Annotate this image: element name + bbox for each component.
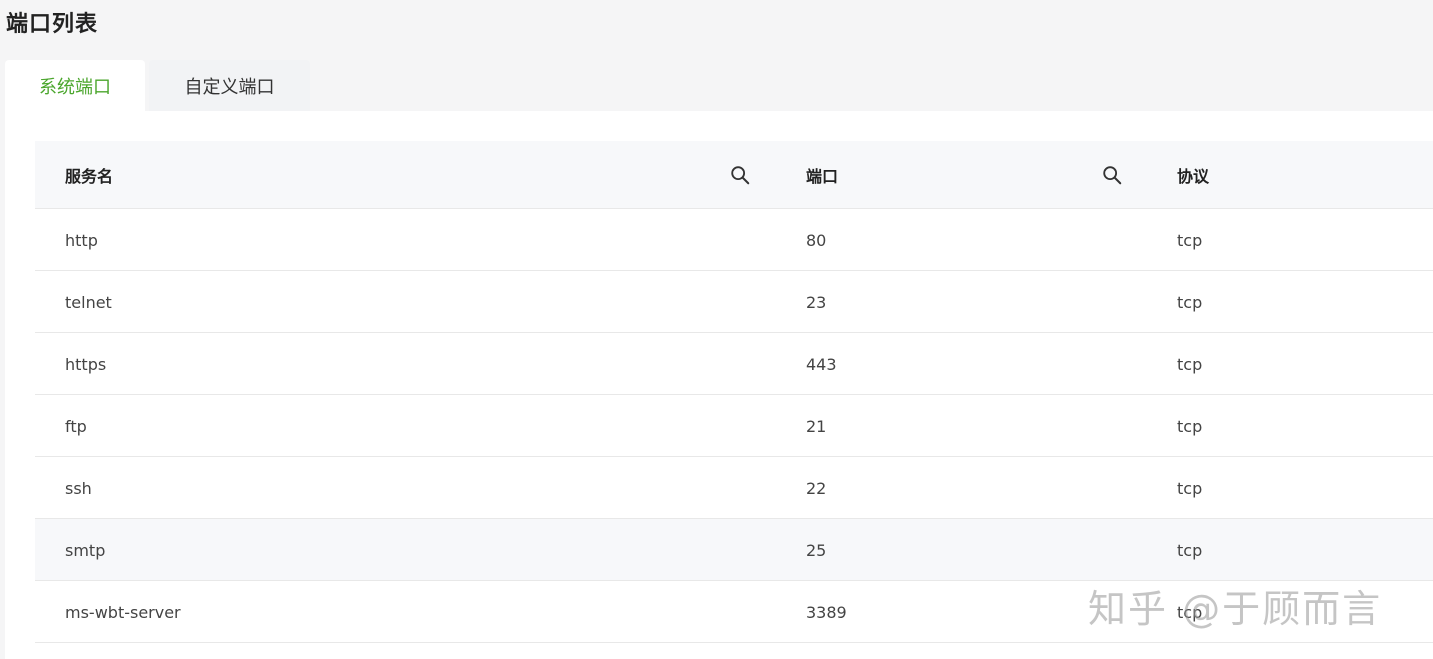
tab-panel: 服务名 端口 协议 http 80 tcp telnet 23 tcp http… (5, 111, 1433, 659)
cell-protocol: tcp (1177, 540, 1203, 560)
tab-bar: 系统端口 自定义端口 (5, 60, 310, 111)
cell-service: ssh (65, 478, 92, 498)
table-row[interactable]: http 80 tcp (35, 209, 1433, 271)
tab-custom-ports[interactable]: 自定义端口 (149, 60, 310, 111)
cell-protocol: tcp (1177, 478, 1203, 498)
cell-port: 80 (806, 230, 827, 250)
search-icon[interactable] (729, 164, 751, 186)
cell-service: http (65, 230, 98, 250)
table-row[interactable]: https 443 tcp (35, 333, 1433, 395)
cell-port: 23 (806, 292, 827, 312)
cell-protocol: tcp (1177, 354, 1203, 374)
cell-protocol: tcp (1177, 230, 1203, 250)
table-header: 服务名 端口 协议 (35, 141, 1433, 209)
cell-port: 443 (806, 354, 837, 374)
column-header-service: 服务名 (65, 167, 114, 186)
table-row[interactable]: ssh 22 tcp (35, 457, 1433, 519)
cell-service: telnet (65, 292, 112, 312)
cell-port: 3389 (806, 602, 847, 622)
cell-port: 25 (806, 540, 827, 560)
cell-service: ftp (65, 416, 87, 436)
cell-port: 21 (806, 416, 827, 436)
table-row[interactable]: smtp 25 tcp (35, 519, 1433, 581)
cell-service: https (65, 354, 107, 374)
tab-system-ports[interactable]: 系统端口 (5, 60, 145, 111)
column-header-port: 端口 (806, 167, 839, 186)
cell-protocol: tcp (1177, 416, 1203, 436)
ports-table: 服务名 端口 协议 http 80 tcp telnet 23 tcp http… (35, 141, 1433, 643)
cell-service: ms-wbt-server (65, 602, 181, 622)
search-icon[interactable] (1101, 164, 1123, 186)
page-title: 端口列表 (6, 12, 99, 37)
column-header-protocol: 协议 (1177, 167, 1210, 186)
cell-service: smtp (65, 540, 106, 560)
table-row[interactable]: ftp 21 tcp (35, 395, 1433, 457)
table-row[interactable]: telnet 23 tcp (35, 271, 1433, 333)
watermark: 知乎 @于顾而言 (1088, 587, 1383, 631)
cell-protocol: tcp (1177, 292, 1203, 312)
cell-port: 22 (806, 478, 827, 498)
